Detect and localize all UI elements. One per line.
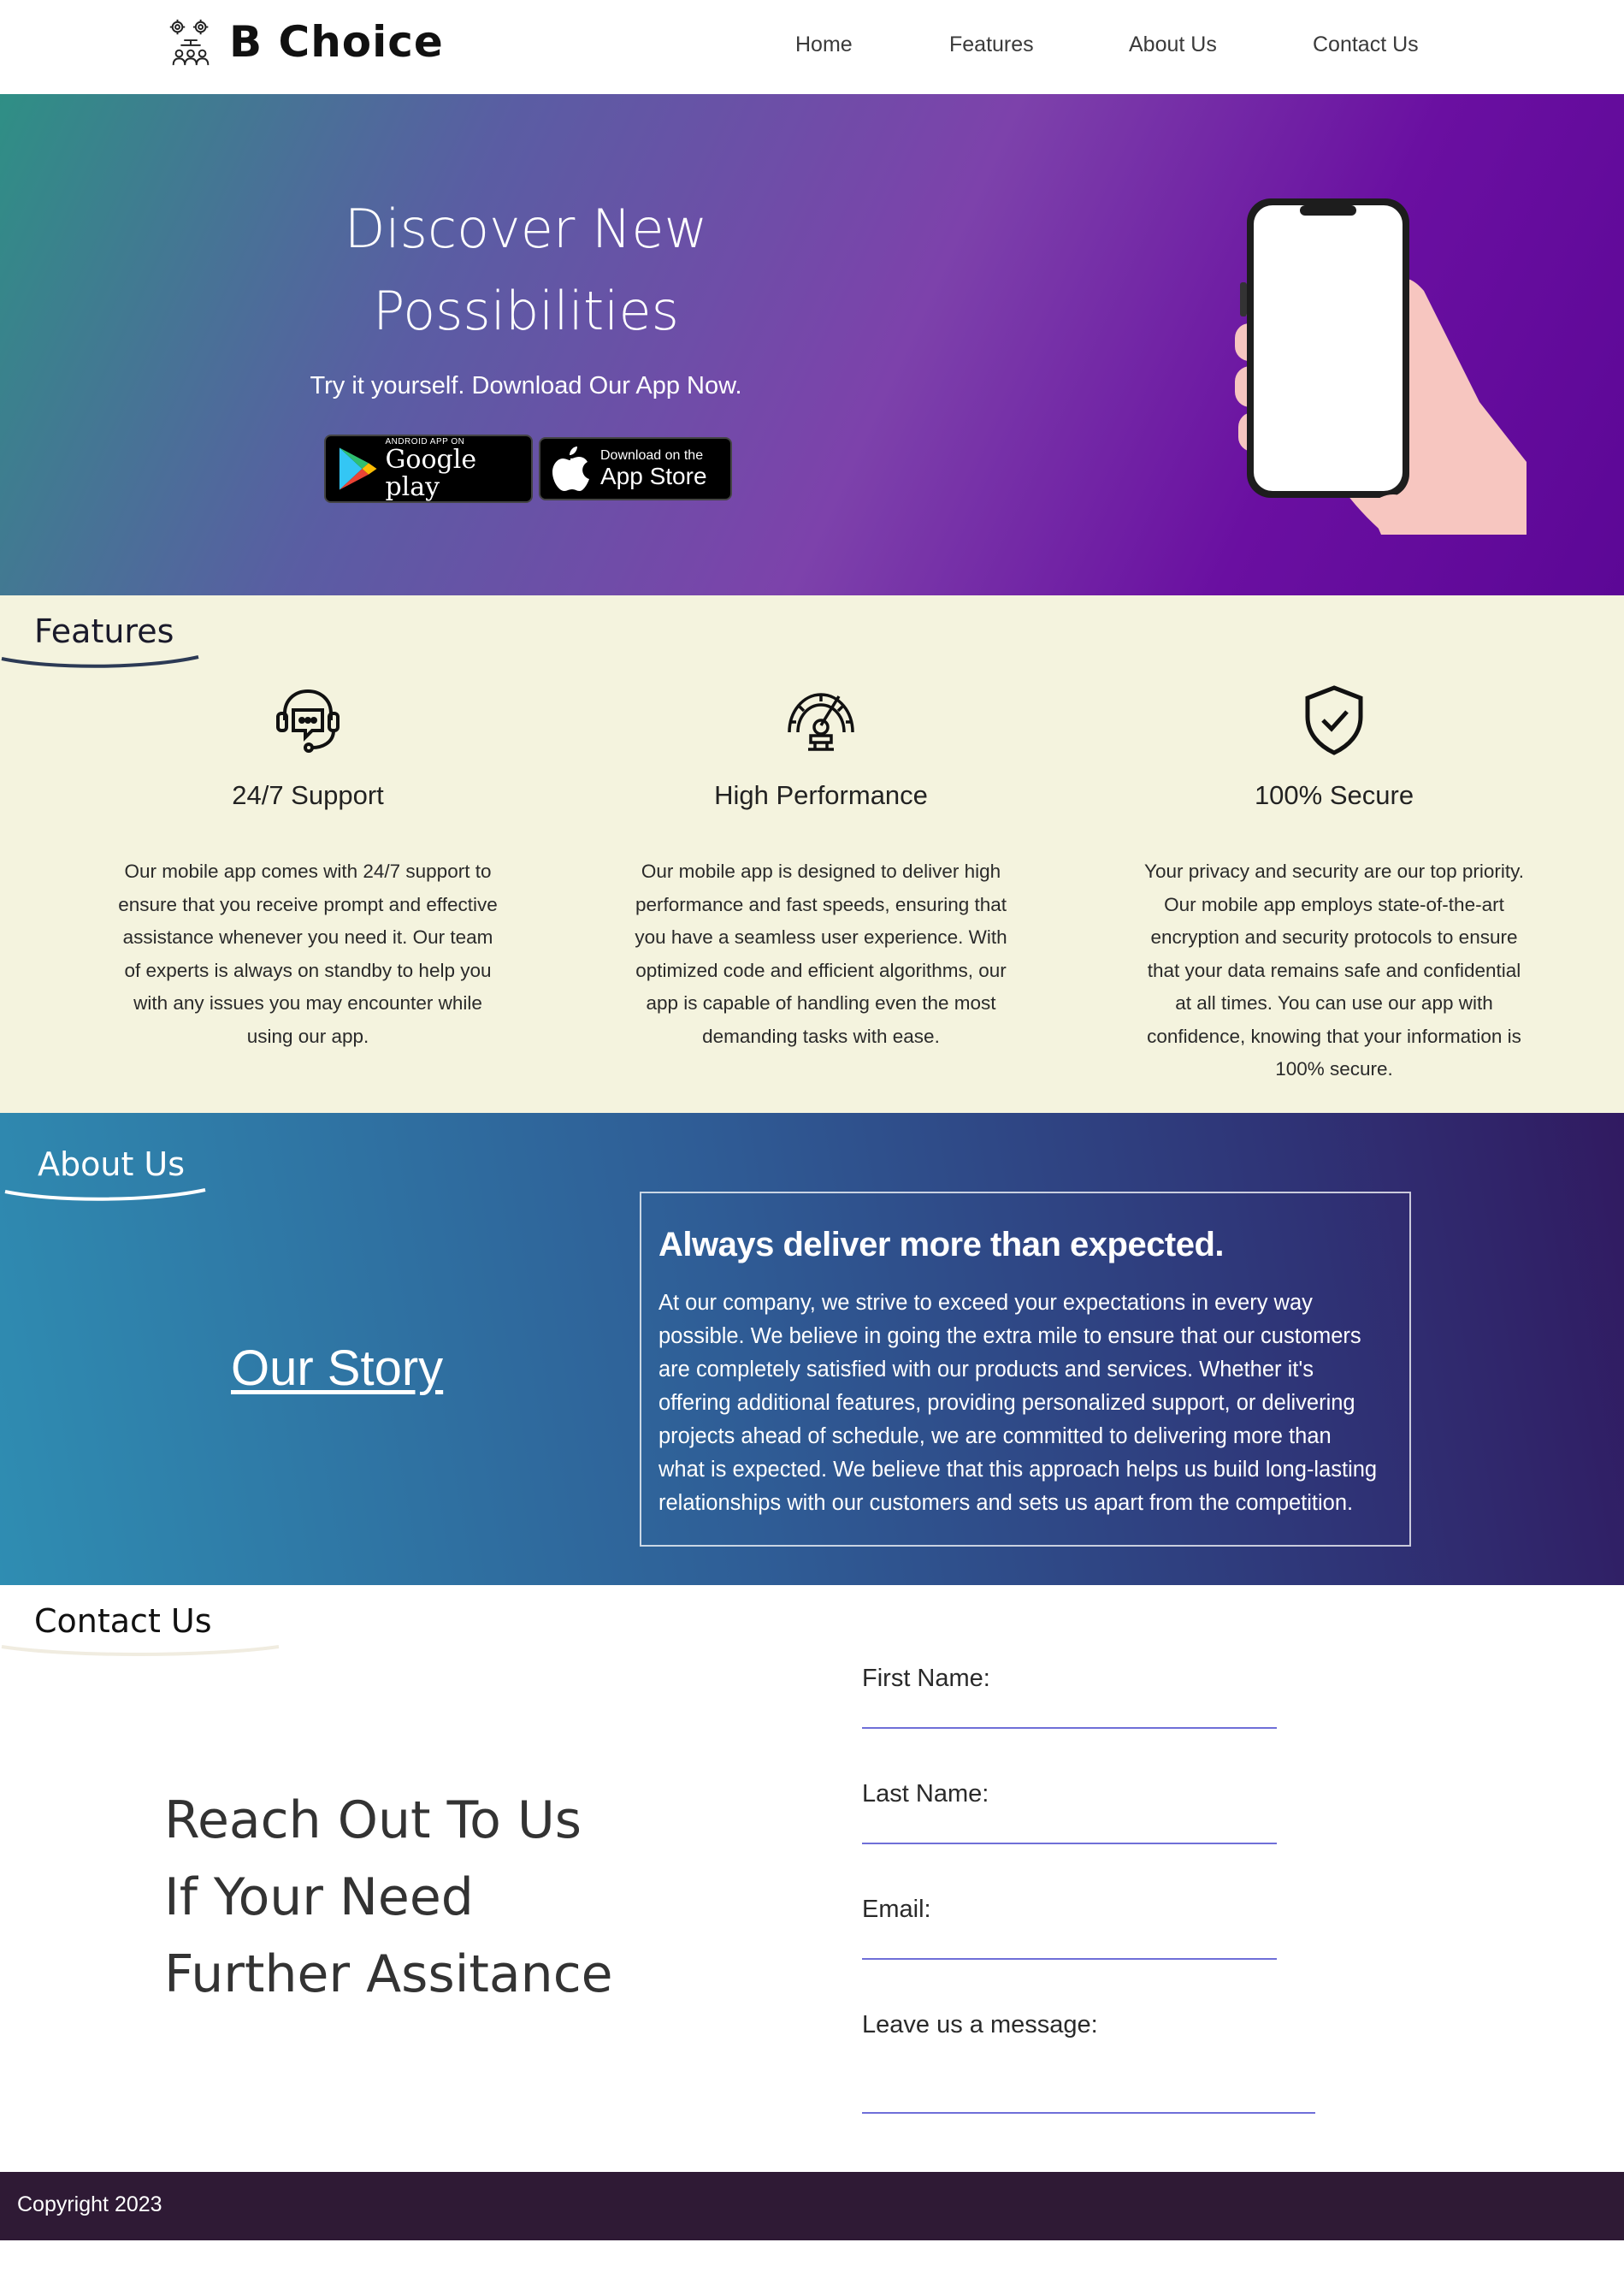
hero-title-line2: Possibilities <box>373 280 679 342</box>
feature-desc-line: 100% secure. <box>1275 1058 1393 1080</box>
features-section: Features 24/7 Support Our mobile app com… <box>0 595 1624 1113</box>
about-text-line: relationships with our customers and set… <box>658 1491 1354 1515</box>
first-name-input[interactable] <box>862 1698 1277 1729</box>
speedometer-icon <box>788 693 854 751</box>
reach-out-heading: Reach Out To Us If Your Need Further Ass… <box>164 1782 613 2013</box>
feature-desc-line: assistance whenever you need it. Our tea… <box>122 926 493 948</box>
heading-underline-swoosh <box>1 655 199 668</box>
feature-card-secure: 100% Secure Your privacy and security ar… <box>1129 681 1539 1086</box>
reach-line: Further Assitance <box>164 1944 613 2004</box>
support-chat-icon <box>276 689 340 753</box>
brand[interactable]: B Choice <box>164 12 444 72</box>
about-text-line: are completely satisfied with our produc… <box>658 1358 1314 1382</box>
about-heading: About Us <box>38 1145 186 1183</box>
email-label: Email: <box>862 1896 931 1923</box>
feature-description: Our mobile app is designed to deliver hi… <box>616 855 1026 1053</box>
last-name-label: Last Name: <box>862 1780 989 1808</box>
nav-link-home[interactable]: Home <box>795 33 853 57</box>
shield-check-icon <box>1305 685 1363 755</box>
hero-title-line1: Discover New <box>344 198 708 260</box>
navbar: B Choice Home Features About Us Contact … <box>0 0 1624 94</box>
app-store-big-text: App Store <box>600 463 707 489</box>
feature-desc-line: Your privacy and security are our top pr… <box>1144 861 1524 882</box>
brand-name: B Choice <box>229 17 444 67</box>
about-box-title: Always deliver more than expected. <box>658 1226 1225 1263</box>
contact-heading: Contact Us <box>34 1602 212 1640</box>
feature-desc-line: Our mobile app comes with 24/7 support t… <box>124 861 492 882</box>
feature-card-support: 24/7 Support Our mobile app comes with 2… <box>103 681 513 1053</box>
feature-desc-line: encryption and security protocols to ens… <box>1150 926 1518 948</box>
app-store-button[interactable]: Download on the App Store <box>539 437 732 500</box>
heading-underline-swoosh <box>4 1188 206 1201</box>
reach-line: Reach Out To Us <box>164 1790 582 1850</box>
google-play-button[interactable]: ANDROID APP ON Google play <box>324 435 533 503</box>
nav-link-features[interactable]: Features <box>949 33 1034 57</box>
contact-section: Contact Us Reach Out To Us If Your Need … <box>0 1585 1624 2172</box>
email-input[interactable] <box>862 1929 1277 1960</box>
about-section: About Us Our Story Always deliver more t… <box>0 1113 1624 1585</box>
feature-desc-line: you have a seamless user experience. Wit… <box>635 926 1007 948</box>
feature-title: High Performance <box>714 780 928 810</box>
feature-desc-line: Our mobile app is designed to deliver hi… <box>641 861 1001 882</box>
first-name-label: First Name: <box>862 1665 990 1692</box>
feature-title: 100% Secure <box>1254 780 1414 810</box>
about-text-line: At our company, we strive to exceed your… <box>658 1291 1313 1315</box>
feature-desc-line: at all times. You can use our app with <box>1175 992 1493 1014</box>
about-box: Always deliver more than expected. At ou… <box>640 1192 1411 1547</box>
google-play-big-text: Google play <box>385 444 477 502</box>
footer: Copyright 2023 <box>0 2172 1624 2240</box>
last-name-input[interactable] <box>862 1813 1277 1844</box>
feature-desc-line: confidence, knowing that your informatio… <box>1147 1025 1521 1047</box>
about-text-line: what is expected. We believe that this a… <box>658 1458 1378 1482</box>
feature-card-performance: High Performance Our mobile app is desig… <box>616 681 1026 1053</box>
feature-desc-line: ensure that you receive prompt and effec… <box>118 893 498 915</box>
feature-title: 24/7 Support <box>232 780 384 810</box>
hero-title: Discover New Possibilities <box>257 188 795 352</box>
about-text-line: projects ahead of schedule, we are commi… <box>658 1424 1332 1448</box>
our-story-link[interactable]: Our Story <box>231 1340 443 1397</box>
hero-section: Discover New Possibilities Try it yourse… <box>0 94 1624 595</box>
feature-desc-line: app is capable of handling even the most <box>646 992 996 1014</box>
feature-desc-line: of experts is always on standby to help … <box>124 959 492 981</box>
hero-subtitle: Try it yourself. Download Our App Now. <box>310 372 742 399</box>
hand-holding-phone-illustration <box>1235 198 1527 535</box>
feature-desc-line: performance and fast speeds, ensuring th… <box>635 893 1007 915</box>
team-gears-icon <box>169 19 210 66</box>
nav-link-about-us[interactable]: About Us <box>1129 33 1217 57</box>
feature-desc-line: demanding tasks with ease. <box>702 1025 940 1047</box>
google-play-icon <box>339 447 377 490</box>
copyright-text: Copyright 2023 <box>17 2192 162 2216</box>
about-text-line: possible. We believe in going the extra … <box>658 1324 1361 1348</box>
nav-link-contact-us[interactable]: Contact Us <box>1313 33 1419 57</box>
feature-description: Your privacy and security are our top pr… <box>1129 855 1539 1086</box>
message-label: Leave us a message: <box>862 2011 1098 2038</box>
feature-desc-line: that your data remains safe and confiden… <box>1147 959 1521 981</box>
apple-icon <box>552 447 589 491</box>
feature-desc-line: using our app. <box>246 1025 369 1047</box>
about-box-text: At our company, we strive to exceed your… <box>658 1287 1392 1520</box>
feature-desc-line: with any issues you may encounter while <box>133 992 482 1014</box>
heading-underline-swoosh <box>1 1645 280 1656</box>
feature-desc-line: Our mobile app employs state-of-the-art <box>1164 893 1504 915</box>
app-store-small-text: Download on the <box>600 448 704 463</box>
feature-description: Our mobile app comes with 24/7 support t… <box>103 855 513 1053</box>
reach-line: If Your Need <box>164 1867 474 1927</box>
features-heading: Features <box>34 612 174 650</box>
about-text-line: offering additional features, providing … <box>658 1391 1355 1415</box>
message-textarea[interactable] <box>862 2062 1315 2114</box>
feature-desc-line: optimized code and efficient algorithms,… <box>635 959 1007 981</box>
